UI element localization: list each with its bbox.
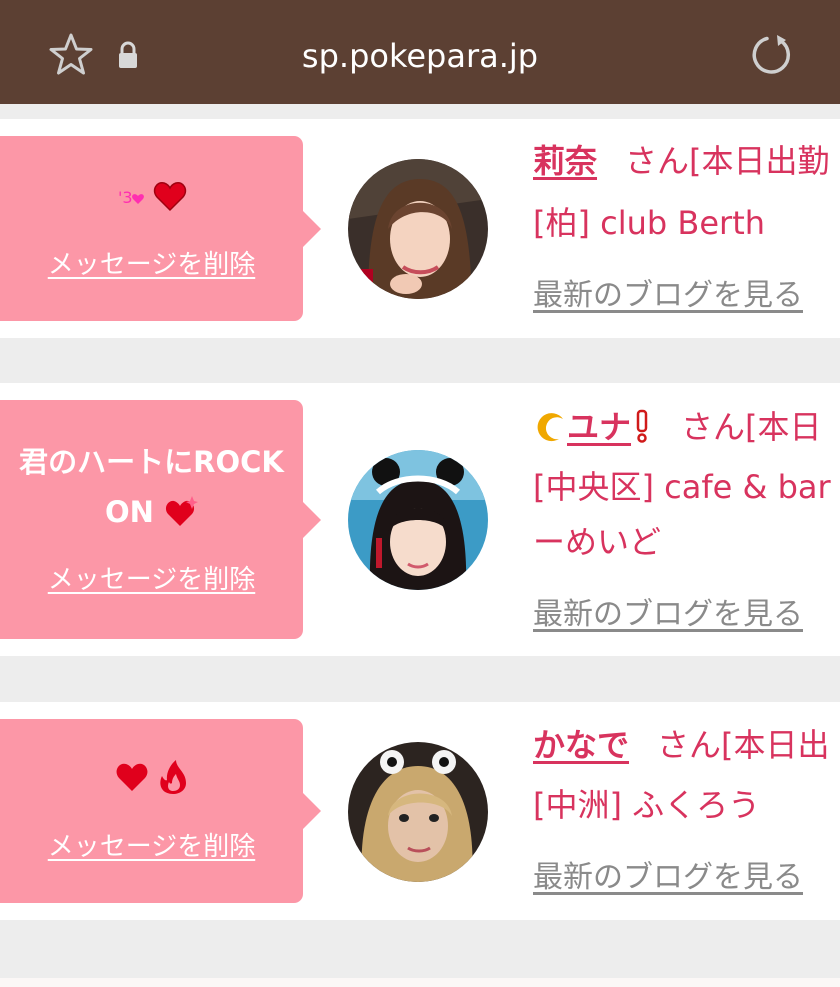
url-bar[interactable]: sp.pokepara.jp — [0, 34, 840, 78]
latest-blog-link[interactable]: 最新のブログを見る — [533, 595, 803, 635]
delete-message-link[interactable]: メッセージを削除 — [0, 830, 303, 864]
message-bubble: メッセージを削除 — [0, 719, 321, 903]
exclamation-emoji-icon — [636, 409, 648, 443]
cast-name-link[interactable]: ユナ — [567, 408, 631, 446]
cast-name-line: かなで さん[本日出 — [533, 723, 830, 767]
cast-name-line: ユナ さん[本日 — [533, 405, 822, 449]
shop-name[interactable]: [中央区] cafe & bar — [533, 465, 831, 509]
message-bubble: '3 メッセージを削除 — [0, 136, 321, 321]
message-text-line1: 君のハートにROCK — [19, 445, 284, 479]
message-card: '3 メッセージを削除 莉奈 さん[本日出勤 [柏] club Berth 最新の… — [0, 119, 840, 338]
avatar[interactable] — [348, 450, 488, 590]
avatar[interactable] — [348, 742, 488, 882]
message-emojis — [0, 757, 303, 797]
cast-status: さん[本日出勤 — [625, 142, 830, 180]
kiss-face-emoji-icon: '3 — [118, 188, 144, 207]
heart-emoji-icon — [153, 181, 186, 212]
cast-status: さん[本日 — [681, 408, 822, 446]
shop-name[interactable]: [中洲] ふくろう — [533, 783, 760, 827]
heart-emoji-icon — [116, 763, 147, 791]
delete-message-link[interactable]: メッセージを削除 — [0, 248, 303, 282]
message-emojis: '3 — [0, 176, 303, 216]
avatar[interactable] — [348, 159, 488, 299]
crescent-moon-emoji-icon — [537, 413, 563, 442]
message-text: ON — [0, 487, 303, 537]
fire-emoji-icon — [159, 760, 186, 794]
message-bubble: 君のハートにROCK ON メッセージを削除 — [0, 400, 321, 639]
browser-toolbar: sp.pokepara.jp — [0, 0, 840, 104]
message-card: メッセージを削除 かなで さん[本日出 [中洲] ふくろう 最新のブログを見る — [0, 702, 840, 920]
shop-name-continued[interactable]: ーめいど — [533, 520, 661, 564]
message-text: 君のハートにROCK — [0, 437, 303, 487]
cast-status: さん[本日出 — [657, 726, 830, 764]
reload-icon[interactable] — [748, 32, 794, 78]
sparkling-heart-emoji-icon — [165, 496, 199, 526]
message-text-line2: ON — [104, 495, 154, 529]
cast-name-line: 莉奈 さん[本日出勤 — [533, 139, 830, 183]
cast-name-link[interactable]: 莉奈 — [533, 142, 597, 180]
delete-message-link[interactable]: メッセージを削除 — [0, 563, 303, 597]
svg-text:'3: '3 — [118, 188, 133, 207]
message-card-partial — [0, 978, 840, 987]
cast-name-link[interactable]: かなで — [533, 726, 629, 764]
shop-name[interactable]: [柏] club Berth — [533, 201, 765, 245]
latest-blog-link[interactable]: 最新のブログを見る — [533, 858, 803, 898]
latest-blog-link[interactable]: 最新のブログを見る — [533, 276, 803, 316]
message-card: 君のハートにROCK ON メッセージを削除 ユナ さん[本日 [中央区] ca… — [0, 383, 840, 656]
